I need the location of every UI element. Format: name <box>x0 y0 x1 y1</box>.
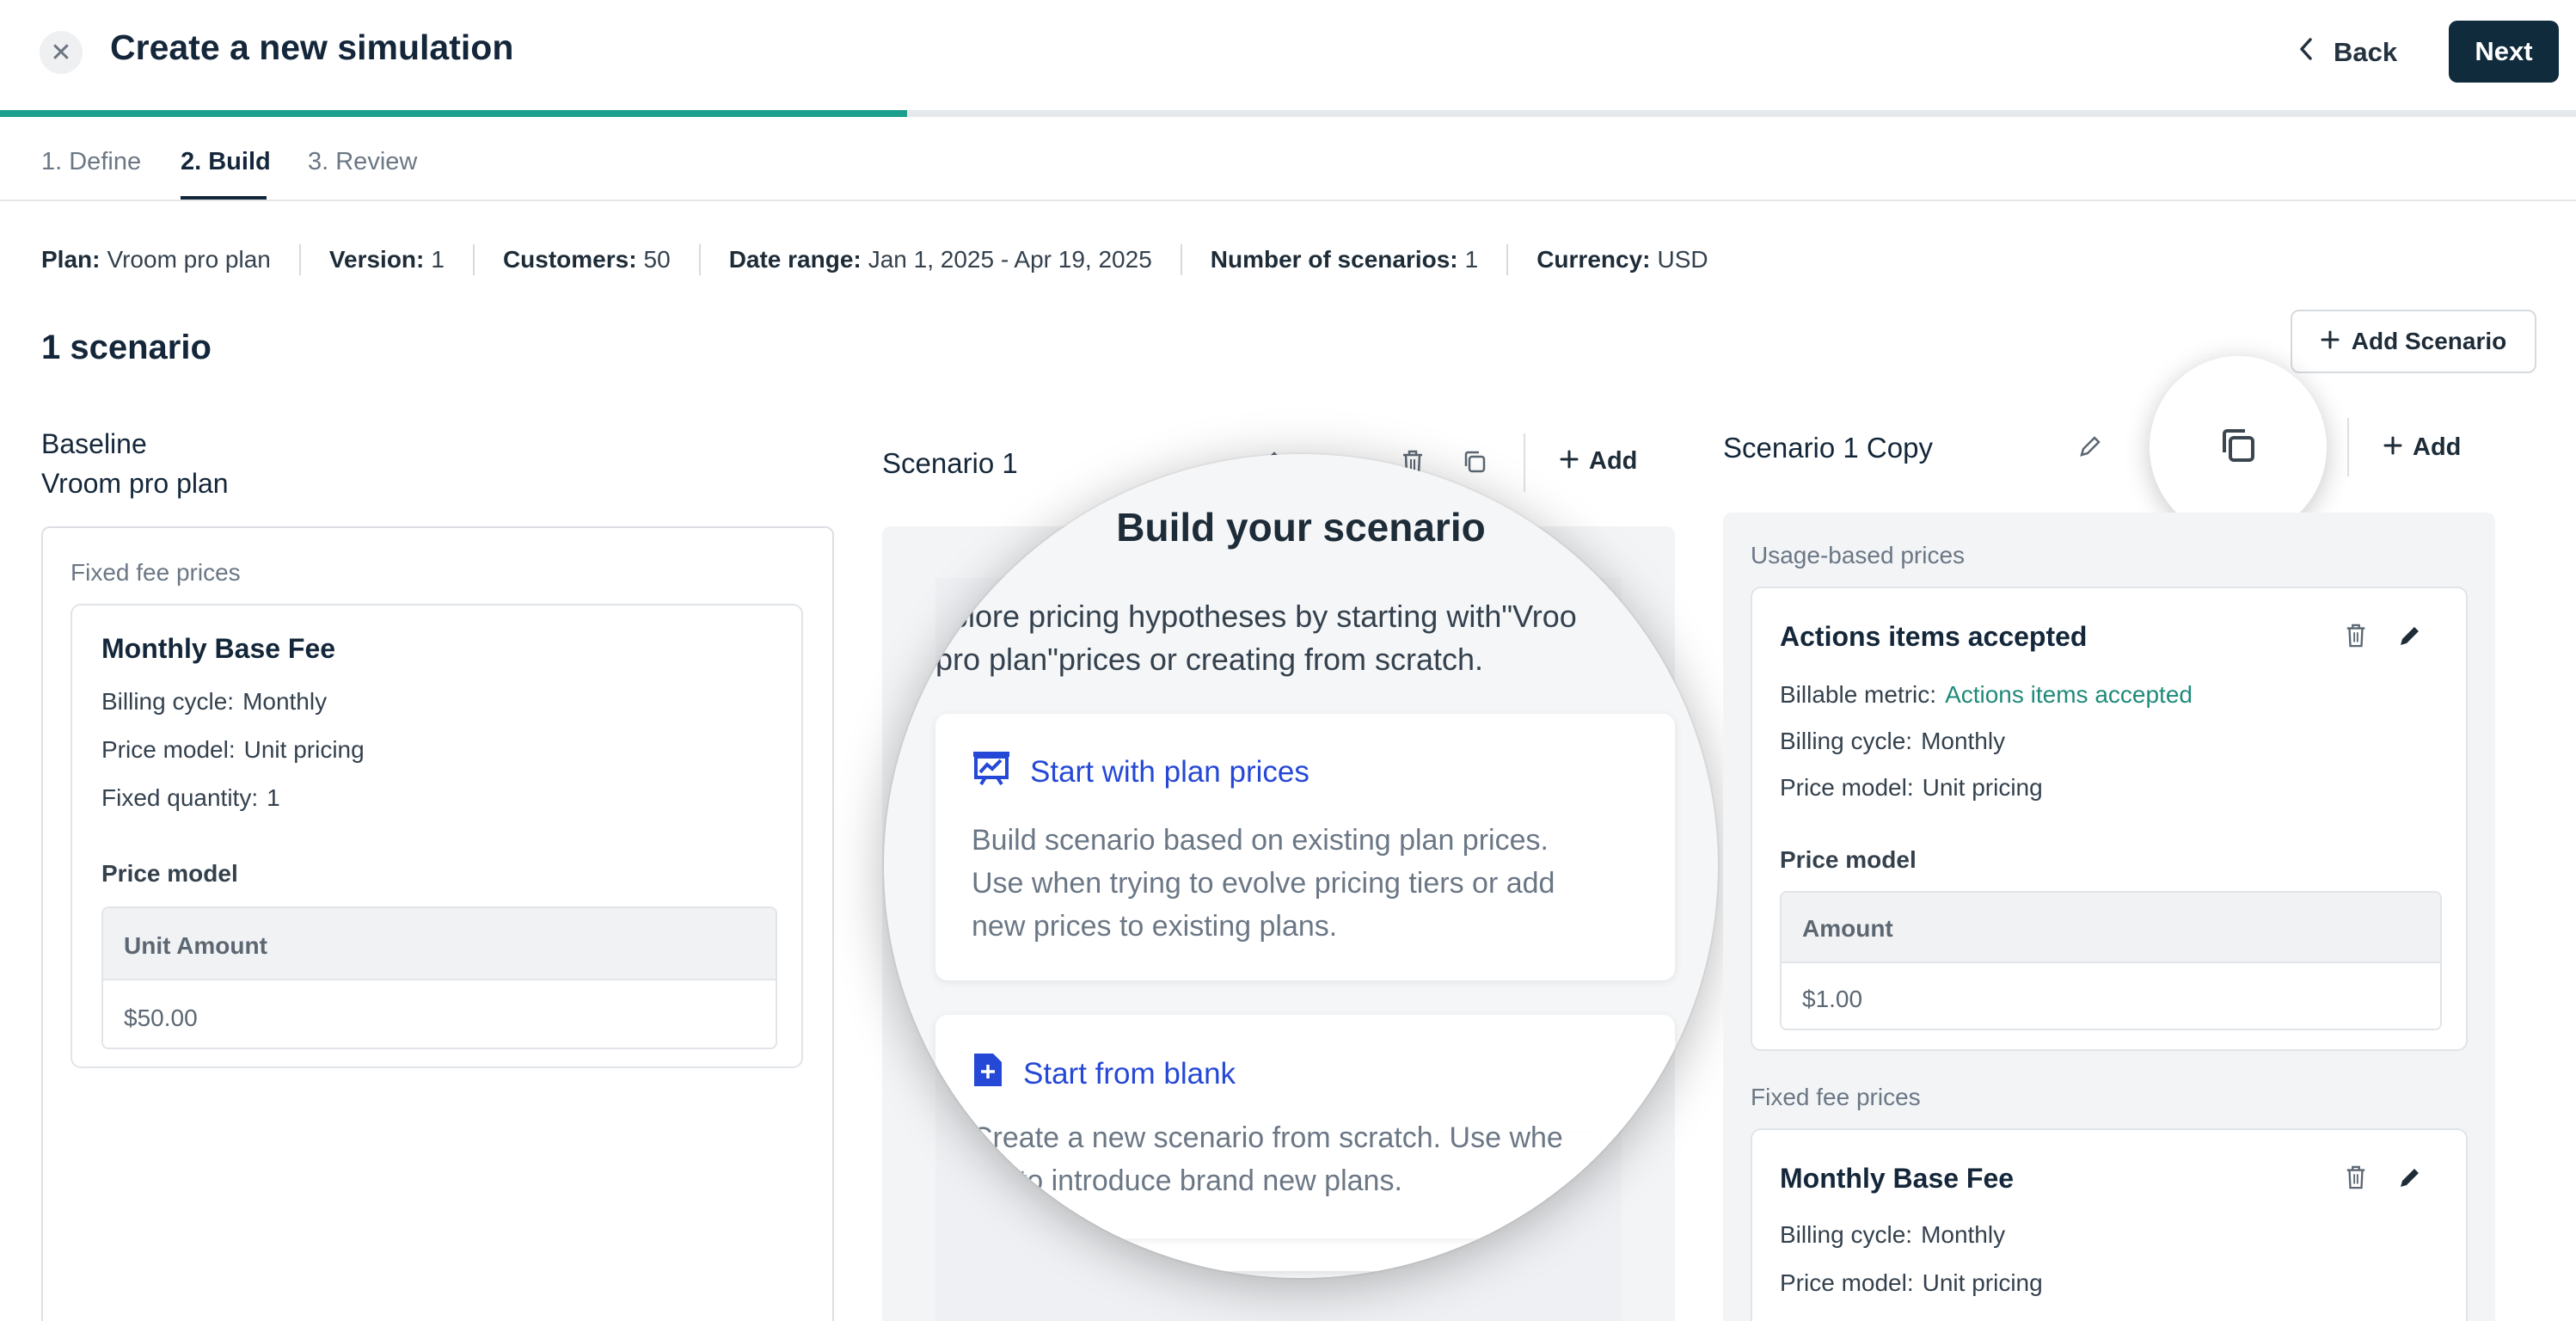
option-title: Start with plan prices <box>1030 754 1309 789</box>
new-document-icon <box>972 1051 1004 1097</box>
summary-version: Version: 1 <box>328 246 445 273</box>
price-card: Monthly Base Fee Billing cycle: Monthly P… <box>1751 1128 2468 1321</box>
price-title: Actions items accepted <box>1780 621 2088 652</box>
plus-icon <box>1560 447 1579 476</box>
price-model-heading: Price model <box>1780 846 1917 873</box>
table-header: Unit Amount <box>103 908 776 979</box>
page-title: Create a new simulation <box>110 28 514 67</box>
back-label: Back <box>2334 37 2398 67</box>
step-tabs: 1. Define 2. Build 3. Review <box>0 117 2576 201</box>
summary-plan: Plan: Vroom pro plan <box>41 246 271 273</box>
build-scenario-description: xplore pricing hypotheses by starting wi… <box>935 599 1577 677</box>
scenario-copy-title: Scenario 1 Copy <box>1723 432 1933 464</box>
back-button[interactable]: Back <box>2287 26 2407 79</box>
simulation-summary: Plan: Vroom pro plan Version: 1 Customers:… <box>41 243 1708 277</box>
price-model-heading: Price model <box>101 860 238 887</box>
divider <box>1524 433 1525 492</box>
header: ✕ Create a new simulation Back Next <box>0 0 2576 107</box>
chevron-left-icon <box>2297 36 2315 69</box>
start-with-plan-prices-option[interactable]: Start with plan prices Build scenario ba… <box>935 714 1675 980</box>
scenario-1-title: Scenario 1 <box>882 447 1018 479</box>
scenario-count-heading: 1 scenario <box>41 329 212 366</box>
price-title: Monthly Base Fee <box>101 633 336 664</box>
close-button[interactable]: ✕ <box>40 31 83 74</box>
zoom-magnifier: Build your scenario xplore pricing hypot… <box>884 454 1718 1278</box>
copy-icon <box>2217 425 2259 470</box>
billing-cycle-row: Billing cycle: Monthly <box>101 688 328 715</box>
scenario-copy-panel: Usage-based prices Actions items accepte… <box>1723 513 2495 1321</box>
edit-icon[interactable] <box>2077 433 2103 464</box>
fixed-quantity-row: Fixed quantity: 1 <box>101 784 280 811</box>
add-price-button[interactable]: Add <box>2383 433 2461 462</box>
section-label: Fixed fee prices <box>1751 1084 1921 1110</box>
option-title: Start from blank <box>1023 1056 1236 1091</box>
amount-table: Amount $1.00 <box>1780 891 2442 1030</box>
divider <box>298 244 301 275</box>
price-model-row: Price model: Unit pricing <box>101 736 365 763</box>
active-tab-indicator <box>181 196 267 200</box>
start-from-blank-option[interactable]: Start from blank Create a new scenario f… <box>935 1015 1675 1238</box>
summary-customers: Customers: 50 <box>502 246 671 273</box>
plus-icon <box>2321 328 2340 355</box>
baseline-plan-name: Vroom pro plan <box>41 468 229 499</box>
billing-cycle-row: Billing cycle: Monthly <box>1780 728 2006 754</box>
table-header: Amount <box>1782 893 2440 962</box>
duplicate-scenario-button-highlight[interactable] <box>2150 356 2327 538</box>
section-label: Fixed fee prices <box>71 559 241 586</box>
price-model-row: Price model: Unit pricing <box>1780 1269 2043 1296</box>
progress-fill <box>0 110 907 117</box>
trash-icon[interactable] <box>2344 623 2368 653</box>
divider <box>1180 244 1182 275</box>
pencil-icon[interactable] <box>2397 1164 2423 1195</box>
option-description: Build scenario based on existing plan pr… <box>972 824 1555 943</box>
add-label: Add <box>2413 433 2462 461</box>
plus-icon <box>2383 433 2402 462</box>
option-description: Create a new scenario from scratch. Use … <box>972 1121 1563 1197</box>
billable-metric-link[interactable]: Actions items accepted <box>1945 681 2193 708</box>
add-label: Add <box>1589 447 1638 475</box>
price-model-row: Price model: Unit pricing <box>1780 774 2043 801</box>
add-scenario-label: Add Scenario <box>2351 328 2507 354</box>
tab-build[interactable]: 2. Build <box>181 148 271 176</box>
add-scenario-button[interactable]: Add Scenario <box>2291 310 2536 373</box>
price-title: Monthly Base Fee <box>1780 1163 2015 1194</box>
next-button[interactable]: Next <box>2449 21 2559 83</box>
baseline-panel: Fixed fee prices Monthly Base Fee Billin… <box>41 526 834 1321</box>
billing-cycle-row: Billing cycle: Monthly <box>1780 1221 2006 1248</box>
trash-icon[interactable] <box>2344 1164 2368 1195</box>
amount-table: Unit Amount $50.00 <box>101 906 777 1049</box>
close-icon: ✕ <box>50 38 72 67</box>
price-card: Actions items accepted Billable metric: A… <box>1751 587 2468 1051</box>
divider <box>2347 418 2349 476</box>
pencil-icon[interactable] <box>2397 623 2423 653</box>
summary-date-range: Date range: Jan 1, 2025 - Apr 19, 2025 <box>728 246 1152 273</box>
chart-board-icon <box>972 750 1011 794</box>
summary-currency: Currency: USD <box>1536 246 1708 273</box>
summary-scenarios: Number of scenarios: 1 <box>1210 246 1479 273</box>
divider <box>472 244 475 275</box>
tab-review[interactable]: 3. Review <box>308 148 417 176</box>
price-card: Monthly Base Fee Billing cycle: Monthly P… <box>71 604 803 1068</box>
billable-metric-row: Billable metric: Actions items accepted <box>1780 681 2193 708</box>
divider <box>698 244 701 275</box>
table-cell: $1.00 <box>1782 962 2440 1029</box>
baseline-label: Baseline <box>41 428 147 459</box>
copy-icon[interactable] <box>1462 449 1487 479</box>
build-scenario-title: Build your scenario <box>1116 505 1486 550</box>
tab-define[interactable]: 1. Define <box>41 148 141 176</box>
add-price-button[interactable]: Add <box>1560 447 1637 476</box>
divider <box>1506 244 1509 275</box>
section-label: Usage-based prices <box>1751 542 1966 568</box>
progress-bar <box>0 110 2576 117</box>
table-cell: $50.00 <box>103 979 776 1048</box>
